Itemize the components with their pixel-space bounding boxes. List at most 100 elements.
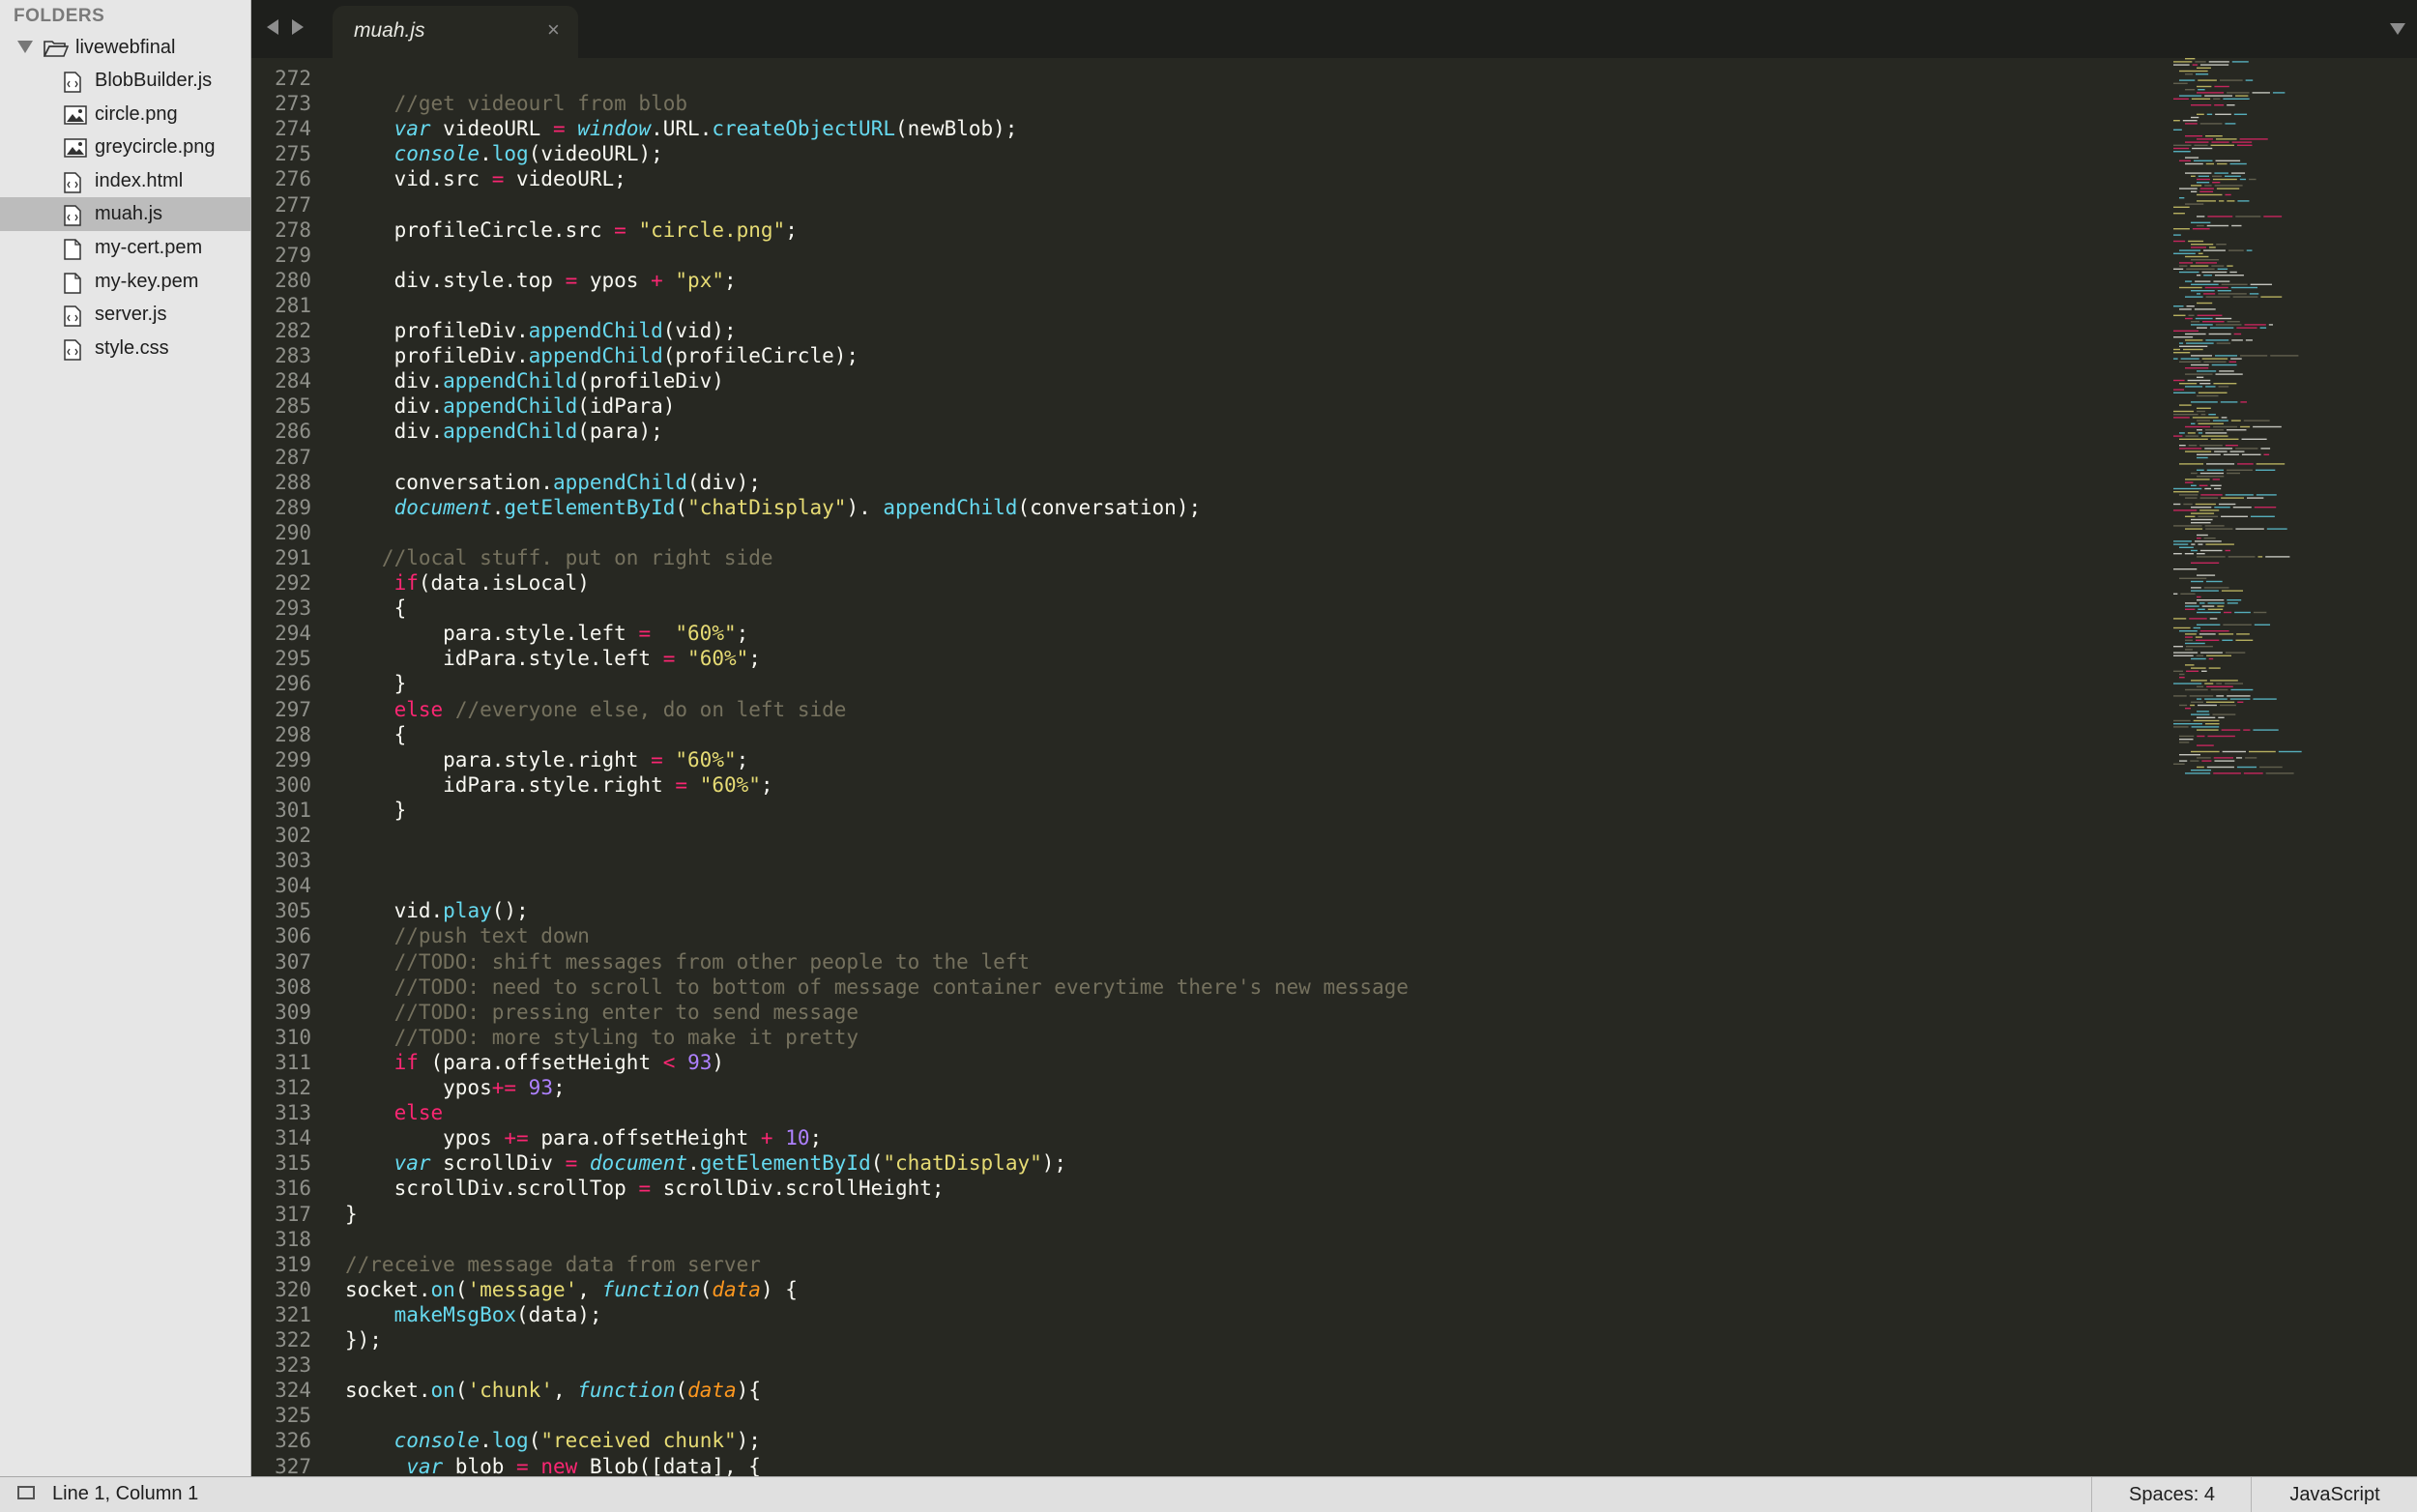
code-line[interactable]: 288 conversation.appendChild(div); [251, 470, 761, 495]
tab-menu-chevron-icon[interactable] [2390, 23, 2405, 35]
minimap-stroke [2212, 182, 2221, 184]
file-item[interactable]: server.js [0, 298, 250, 332]
code-editor[interactable]: 272 273 //get videourl from blob 274 var v… [251, 58, 2146, 1476]
code-line[interactable]: 317} [251, 1202, 358, 1227]
minimap-stroke [2199, 509, 2220, 511]
minimap[interactable] [2166, 58, 2417, 1476]
navigate-back-icon[interactable] [267, 19, 278, 35]
code-line[interactable]: 309 //TODO: pressing enter to send messa… [251, 1000, 859, 1025]
code-line[interactable]: 323 [251, 1352, 311, 1378]
code-line[interactable]: 319 //receive message data from server [251, 1252, 761, 1277]
file-item[interactable]: circle.png [0, 98, 250, 131]
code-line[interactable]: 310 //TODO: more styling to make it pret… [251, 1025, 859, 1050]
code-line[interactable]: 285 div.appendChild(idPara) [251, 393, 675, 419]
code-line[interactable]: 290 [251, 520, 311, 545]
code-line[interactable]: 298 { [251, 722, 406, 747]
code-line[interactable]: 279 [251, 243, 311, 268]
code-line[interactable]: 291 //local stuff. put on right side [251, 545, 772, 570]
code-line[interactable]: 287 [251, 445, 311, 470]
code-line[interactable]: 294 para.style.left = "60%"; [251, 621, 748, 646]
code-line[interactable]: 312 ypos+= 93; [251, 1075, 566, 1100]
code-line[interactable]: 324 socket.on('chunk', function(data){ [251, 1378, 761, 1403]
code-line[interactable]: 313 else [251, 1100, 443, 1125]
code-line[interactable]: 318 [251, 1227, 311, 1252]
disclosure-triangle-icon[interactable] [17, 41, 33, 53]
code-line[interactable]: 273 //get videourl from blob [251, 91, 687, 116]
minimap-stroke [2191, 472, 2198, 475]
code-line[interactable]: 275 console.log(videoURL); [251, 141, 663, 166]
code-line[interactable]: 272 [251, 66, 311, 91]
code-line[interactable]: 293 { [251, 596, 406, 621]
minimap-stroke [2191, 587, 2201, 589]
minimap-stroke [2199, 484, 2208, 486]
code-token: "chatDisplay" [687, 495, 847, 519]
code-token: (conversation); [1017, 495, 1202, 519]
tab-muah-js[interactable]: muah.js × [333, 6, 578, 58]
code-line[interactable]: 314 ypos += para.offsetHeight + 10; [251, 1125, 822, 1150]
code-text: else [345, 1100, 444, 1125]
navigate-forward-icon[interactable] [292, 19, 304, 35]
code-line[interactable]: 321 makeMsgBox(data); [251, 1302, 601, 1327]
code-line[interactable]: 311 if (para.offsetHeight < 93) [251, 1050, 724, 1075]
code-line[interactable]: 307 //TODO: shift messages from other pe… [251, 949, 1030, 974]
minimap-stroke [2191, 185, 2202, 187]
line-number: 279 [275, 243, 311, 267]
indentation-selector[interactable]: Spaces: 4 [2091, 1477, 2252, 1512]
code-line[interactable]: 308 //TODO: need to scroll to bottom of … [251, 974, 1409, 1000]
code-token: if [393, 1050, 419, 1074]
minimap-stroke [2198, 175, 2210, 177]
minimap-stroke [2191, 321, 2200, 323]
code-line[interactable]: 325 [251, 1403, 311, 1428]
code-line[interactable]: 322}); [251, 1327, 382, 1352]
code-line[interactable]: 277 [251, 192, 311, 218]
code-line[interactable]: 316 scrollDiv.scrollTop = scrollDiv.scro… [251, 1176, 944, 1201]
code-line[interactable]: 280 div.style.top = ypos + "px"; [251, 268, 737, 293]
code-token: . [480, 142, 492, 166]
folder-livewebfinal[interactable]: livewebfinal [0, 31, 250, 64]
code-line[interactable]: 301 } [251, 798, 406, 823]
code-line[interactable]: 296 } [251, 671, 406, 696]
code-line[interactable]: 278 profileCircle.src = "circle.png"; [251, 218, 798, 243]
code-line[interactable]: 306 //push text down [251, 923, 590, 948]
code-token: = [662, 647, 676, 671]
code-line[interactable]: 302 [251, 823, 311, 848]
code-line[interactable]: 304 [251, 873, 311, 898]
code-line[interactable]: 327 var blob = new Blob([data], { [251, 1454, 761, 1477]
code-line[interactable]: 297 else //everyone else, do on left sid… [251, 697, 846, 722]
minimap-stroke [2197, 476, 2225, 478]
code-token: div. [345, 420, 444, 444]
file-item[interactable]: style.css [0, 332, 250, 365]
code-token: socket. [345, 1277, 431, 1301]
code-line[interactable]: 281 [251, 293, 311, 318]
code-line[interactable]: 303 [251, 848, 311, 873]
file-item[interactable]: my-key.pem [0, 265, 250, 299]
tab-close-icon[interactable]: × [547, 17, 560, 43]
code-line[interactable]: 292 if(data.isLocal) [251, 570, 590, 596]
code-line[interactable]: 284 div.appendChild(profileDiv) [251, 368, 724, 393]
minimap-stroke [2198, 608, 2205, 610]
code-line[interactable]: 289 document.getElementById("chatDisplay… [251, 495, 1201, 520]
code-line[interactable]: 320 socket.on('message', function(data) { [251, 1277, 798, 1302]
code-line[interactable]: 326 console.log("received chunk"); [251, 1428, 761, 1453]
code-line[interactable]: 283 profileDiv.appendChild(profileCircle… [251, 343, 859, 368]
panel-toggle-icon[interactable] [17, 1486, 35, 1499]
file-item[interactable]: my-cert.pem [0, 231, 250, 265]
file-item[interactable]: index.html [0, 164, 250, 198]
code-line[interactable]: 282 profileDiv.appendChild(vid); [251, 318, 737, 343]
code-line[interactable]: 305 vid.play(); [251, 898, 529, 923]
code-line[interactable]: 299 para.style.right = "60%"; [251, 747, 748, 772]
minimap-stroke [2227, 321, 2240, 323]
code-line[interactable]: 286 div.appendChild(para); [251, 419, 663, 444]
code-line[interactable]: 300 idPara.style.right = "60%"; [251, 772, 773, 798]
code-line[interactable]: 295 idPara.style.left = "60%"; [251, 646, 761, 671]
code-line[interactable]: 274 var videoURL = window.URL.createObje… [251, 116, 1017, 141]
file-item[interactable]: BlobBuilder.js [0, 64, 250, 98]
file-item[interactable]: muah.js [0, 197, 250, 231]
syntax-selector[interactable]: JavaScript [2251, 1477, 2417, 1512]
code-line[interactable]: 276 vid.src = videoURL; [251, 166, 626, 191]
minimap-stroke [2185, 425, 2211, 428]
file-item[interactable]: greycircle.png [0, 131, 250, 164]
code-line[interactable]: 315 var scrollDiv = document.getElementB… [251, 1150, 1066, 1176]
